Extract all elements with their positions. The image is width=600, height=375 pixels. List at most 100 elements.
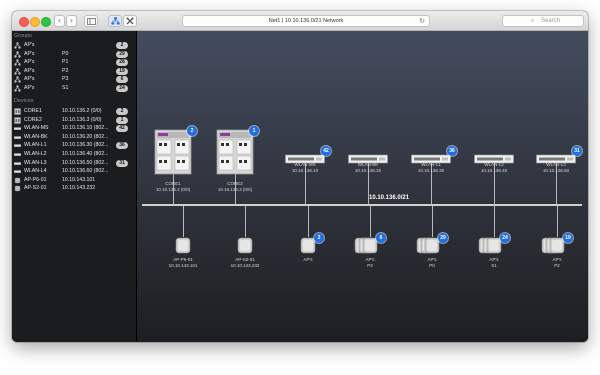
connection-line	[183, 206, 184, 237]
count-badge: 2	[116, 42, 128, 49]
reload-icon[interactable]: ↻	[419, 16, 425, 26]
count-badge: 42	[116, 125, 128, 133]
count-badge[interactable]: 36	[447, 146, 457, 156]
switch-node[interactable]	[348, 151, 388, 164]
switch-node[interactable]	[285, 151, 325, 164]
chassis-icon-glyph	[14, 116, 21, 124]
node-address: 10.10.143.232	[230, 262, 260, 268]
count-badge[interactable]: 19	[563, 233, 573, 243]
switch-icon-glyph	[13, 153, 22, 156]
sidebar-toggle-button[interactable]	[84, 15, 98, 27]
node-label: WLAN-L3 10.10.136.50	[516, 162, 588, 173]
forward-button[interactable]: ›	[66, 15, 77, 27]
switch-icon	[13, 151, 22, 158]
switch-icon-glyph	[13, 144, 22, 148]
access-point-node[interactable]	[237, 237, 253, 254]
group-glyph	[14, 50, 21, 58]
count-badge: 1	[116, 116, 128, 124]
count-badge: 24	[116, 85, 128, 92]
count-badge[interactable]: 24	[500, 233, 510, 243]
chassis-icon	[14, 116, 21, 124]
access-point-node[interactable]	[175, 237, 191, 254]
access-point-icon-glyph	[14, 186, 21, 192]
group-glyph	[14, 42, 21, 49]
network-segment-line	[142, 204, 582, 206]
count-badge[interactable]: 29	[438, 233, 448, 243]
connection-line	[370, 206, 371, 237]
forward-icon: ›	[69, 16, 74, 25]
switch-node[interactable]	[536, 151, 576, 164]
group-icon	[14, 59, 21, 66]
device-address: 10.10.143.232	[62, 185, 96, 192]
search-input[interactable]: ⌕ Search	[502, 15, 584, 27]
count-badge: 28	[116, 59, 128, 67]
chassis-icon	[216, 129, 254, 175]
sidebar-icon	[86, 17, 96, 25]
access-point-icon	[14, 185, 21, 192]
sidebar: Groups AP's 2 AP's P0 29 AP's P1 28 AP's P2 19 AP's…	[12, 31, 137, 342]
switch-icon	[13, 168, 22, 175]
count-badge: 2	[116, 108, 128, 115]
node-address: 10.10.136.3 (0/0)	[217, 186, 253, 192]
network-view-button[interactable]	[108, 15, 122, 27]
group-glyph	[14, 76, 21, 84]
connection-line	[308, 206, 309, 237]
count-badge[interactable]: 31	[572, 146, 582, 156]
group-icon	[14, 76, 21, 84]
app-window: ‹ › Net1 | 10.10.136.0/21 Network ↻ ⌕ Se…	[12, 11, 588, 342]
count-badge: 6	[116, 76, 128, 84]
count-badge[interactable]: 42	[321, 146, 331, 156]
group-glyph	[14, 85, 21, 92]
network-map-icon	[110, 17, 120, 25]
back-button[interactable]: ‹	[54, 15, 65, 27]
minimize-window-button[interactable]	[30, 17, 40, 27]
connection-line	[557, 206, 558, 237]
switch-node[interactable]	[474, 151, 514, 164]
count-badge: 29	[116, 50, 128, 58]
switch-icon-glyph	[13, 170, 22, 174]
switch-icon-glyph	[13, 136, 22, 139]
count-badge[interactable]: 1	[249, 126, 259, 136]
tools-button[interactable]	[123, 15, 137, 27]
group-icon	[14, 68, 21, 75]
group-item[interactable]: AP's S1 24	[12, 84, 136, 93]
count-badge[interactable]: 2	[187, 126, 197, 136]
node-address: P2	[554, 262, 560, 268]
switch-node[interactable]	[411, 151, 451, 164]
back-icon: ‹	[57, 16, 62, 25]
group-glyph	[14, 68, 21, 75]
switch-icon-glyph	[13, 127, 22, 131]
network-segment-label: 10.10.136.0/21	[369, 195, 410, 201]
group-icon	[14, 50, 21, 58]
count-badge[interactable]: 6	[376, 233, 386, 243]
switch-icon	[13, 142, 22, 149]
access-point-icon	[237, 237, 253, 254]
group-name: AP's	[24, 85, 35, 91]
group-icon	[14, 85, 21, 92]
core-router-2[interactable]	[216, 129, 254, 175]
network-map-canvas[interactable]: 10.10.136.0/21 2 CORE1 10.10.136.2 (0/0) 1 C…	[137, 31, 588, 342]
title-bar: ‹ › Net1 | 10.10.136.0/21 Network ↻ ⌕ Se…	[12, 11, 588, 31]
connection-line	[494, 206, 495, 237]
chassis-icon-glyph	[14, 108, 21, 115]
access-point-icon	[14, 177, 21, 184]
switch-icon	[13, 125, 22, 132]
device-item[interactable]: AP-S2-01 10.10.143.232	[12, 184, 136, 193]
connection-line	[245, 206, 246, 237]
zoom-window-button[interactable]	[41, 17, 51, 27]
group-glyph	[14, 59, 21, 66]
chassis-icon	[14, 108, 21, 115]
count-badge: 19	[116, 67, 128, 75]
devices-header: Devices	[14, 98, 34, 104]
node-label: CORE2 10.10.136.3 (0/0)	[195, 181, 275, 192]
search-placeholder: Search	[541, 18, 561, 24]
address-bar[interactable]: Net1 | 10.10.136.0/21 Network ↻	[182, 15, 430, 27]
group-subgroup: S1	[62, 85, 69, 91]
tools-icon	[126, 17, 134, 25]
group-icon	[14, 42, 21, 49]
access-point-icon	[175, 237, 191, 254]
search-icon: ⌕	[531, 17, 535, 24]
close-window-button[interactable]	[19, 17, 29, 27]
core-router-1[interactable]	[154, 129, 192, 175]
count-badge[interactable]: 2	[314, 233, 324, 243]
